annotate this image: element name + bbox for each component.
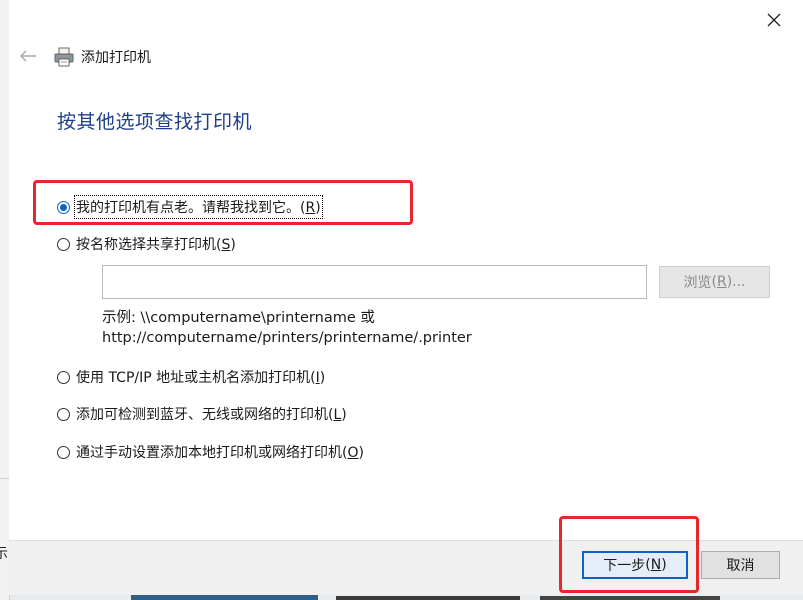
cancel-button[interactable]: 取消	[701, 551, 780, 579]
printer-icon	[54, 47, 74, 67]
shared-printer-name-input[interactable]	[102, 265, 647, 299]
page-heading: 按其他选项查找打印机	[57, 111, 253, 133]
back-arrow-icon	[20, 50, 36, 62]
background-taskbar-item	[540, 596, 720, 600]
close-button[interactable]	[756, 2, 792, 38]
back-button[interactable]	[15, 43, 41, 69]
option-old-printer-label: 我的打印机有点老。请帮我找到它。(R)	[74, 195, 323, 219]
close-icon	[767, 13, 781, 27]
radio-old-printer[interactable]	[57, 200, 70, 214]
radio-bluetooth-wireless[interactable]	[57, 407, 70, 421]
option-tcpip[interactable]: 使用 TCP/IP 地址或主机名添加打印机(I)	[57, 367, 325, 387]
add-printer-dialog: 添加打印机 按其他选项查找打印机 我的打印机有点老。请帮我找到它。(R) 按名称…	[9, 0, 803, 595]
option-manual-setup-label: 通过手动设置添加本地打印机或网络打印机(O)	[76, 445, 364, 461]
next-button[interactable]: 下一步(N)	[582, 551, 688, 579]
background-text-fragment: 示	[0, 546, 8, 562]
dialog-title: 添加打印机	[81, 50, 151, 66]
option-bluetooth-wireless[interactable]: 添加可检测到蓝牙、无线或网络的打印机(L)	[57, 404, 347, 424]
option-shared-printer-label: 按名称选择共享打印机(S)	[76, 237, 236, 253]
example-line-2: http://computername/printers/printername…	[102, 330, 472, 346]
option-old-printer[interactable]: 我的打印机有点老。请帮我找到它。(R)	[57, 195, 323, 219]
browse-button[interactable]: 浏览(R)...	[659, 266, 770, 298]
option-shared-printer[interactable]: 按名称选择共享打印机(S)	[57, 234, 236, 254]
radio-tcpip[interactable]	[57, 370, 70, 384]
background-divider	[0, 478, 9, 479]
option-tcpip-label: 使用 TCP/IP 地址或主机名添加打印机(I)	[76, 370, 326, 386]
dialog-title-bar: 添加打印机	[53, 45, 151, 69]
shared-printer-example: 示例: \\computername\printername 或 http://…	[102, 308, 472, 348]
option-manual-setup[interactable]: 通过手动设置添加本地打印机或网络打印机(O)	[57, 442, 364, 462]
radio-shared-printer[interactable]	[57, 237, 70, 251]
option-bluetooth-wireless-label: 添加可检测到蓝牙、无线或网络的打印机(L)	[76, 407, 347, 423]
radio-manual-setup[interactable]	[57, 445, 70, 459]
example-line-1: 示例: \\computername\printername 或	[102, 310, 375, 326]
background-taskbar-item	[336, 596, 520, 600]
